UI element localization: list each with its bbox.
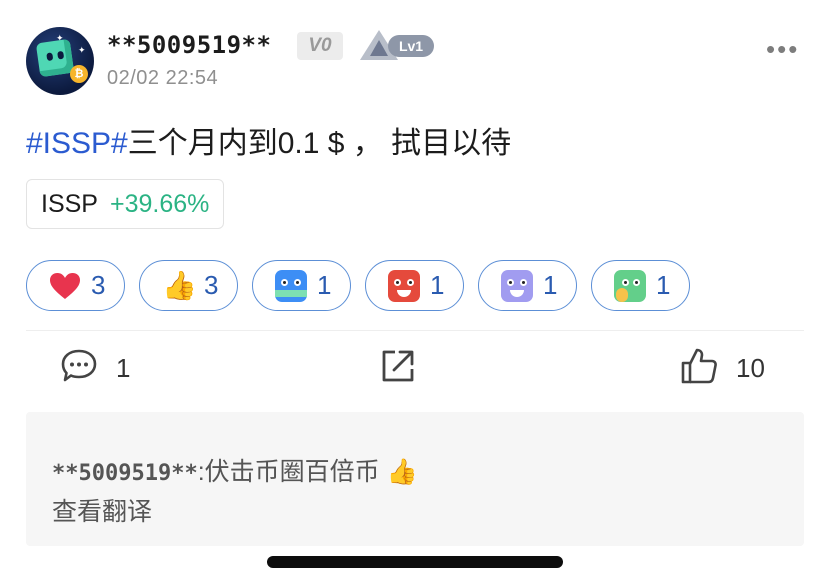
comment-separator: : (197, 458, 205, 486)
hodl-face-icon (275, 269, 307, 302)
share-icon (380, 348, 416, 389)
comment-author[interactable]: **5009519** (52, 461, 198, 486)
thumbs-up-emoji-icon: 👍 (386, 458, 418, 486)
home-indicator[interactable] (267, 556, 563, 568)
reaction-count: 1 (317, 270, 332, 300)
cold-face-icon (501, 269, 533, 302)
reaction-worried[interactable]: 1 (591, 260, 690, 311)
like-button[interactable]: 10 (680, 348, 765, 388)
top-comment[interactable]: **5009519**:伏击币圈百倍币 👍 查看翻译 (26, 412, 804, 546)
hashtag-link[interactable]: #ISSP# (26, 127, 128, 160)
reaction-count: 1 (656, 270, 671, 300)
level-label: Lv1 (388, 35, 434, 57)
worried-face-icon (614, 269, 646, 302)
reaction-angry[interactable]: 1 (365, 260, 464, 311)
bitcoin-coin-icon: ₿ (70, 65, 88, 83)
comment-text: 伏击币圈百倍币 (204, 458, 380, 486)
reaction-hodl[interactable]: 1 (252, 260, 351, 311)
post-card: ✦ ✦ ₿ **5009519** V0 Lv1 02/02 22:54 •••… (0, 0, 829, 584)
thumbs-up-outline-icon (680, 347, 718, 390)
like-count: 10 (736, 352, 765, 383)
angry-face-icon (388, 269, 420, 302)
username[interactable]: **5009519** (107, 31, 271, 59)
vip-level-badge: V0 (297, 32, 343, 60)
reaction-heart[interactable]: 3 (26, 260, 125, 311)
ticker-chip[interactable]: ISSP +39.66% (26, 179, 225, 229)
avatar[interactable]: ✦ ✦ ₿ (26, 27, 94, 95)
divider (26, 330, 804, 331)
thumbs-up-icon: 👍 (162, 269, 197, 301)
reaction-cold[interactable]: 1 (478, 260, 577, 311)
comment-line: **5009519**:伏击币圈百倍币 👍 (52, 452, 418, 488)
comment-button[interactable]: 1 (60, 348, 130, 388)
reaction-count: 1 (430, 270, 445, 300)
reaction-thumbs-up[interactable]: 👍 3 (139, 260, 238, 311)
comment-bubble-icon (60, 348, 98, 389)
ticker-symbol: ISSP (41, 189, 98, 218)
reaction-count: 1 (543, 270, 558, 300)
post-content: #ISSP#三个月内到0.1 $ ， 拭目以待 (26, 118, 511, 162)
translate-link[interactable]: 查看翻译 (52, 492, 152, 528)
reaction-count: 3 (91, 270, 106, 300)
ticker-change: +39.66% (109, 189, 210, 218)
share-button[interactable] (380, 348, 416, 388)
more-dots-icon[interactable]: ••• (766, 36, 799, 62)
post-text: 三个月内到0.1 $ ， 拭目以待 (127, 127, 512, 160)
reaction-count: 3 (204, 270, 219, 300)
post-timestamp: 02/02 22:54 (107, 67, 219, 89)
user-level-badge: Lv1 (360, 30, 434, 62)
heart-icon (49, 270, 81, 302)
comment-count: 1 (116, 352, 131, 383)
cube-character-icon (35, 38, 75, 78)
sparkle-icon: ✦ (78, 45, 86, 55)
